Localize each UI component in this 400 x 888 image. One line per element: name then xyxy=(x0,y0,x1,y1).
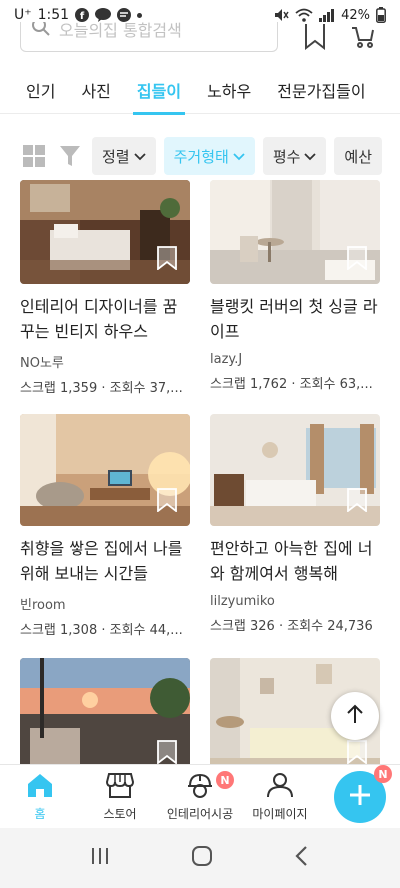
bookmark-icon[interactable] xyxy=(346,488,368,516)
budget-label: 예산 xyxy=(344,147,373,166)
recent-apps-icon[interactable] xyxy=(90,846,110,870)
nav-my-page[interactable]: 마이페이지 xyxy=(240,765,320,828)
nav-home[interactable]: 홈 xyxy=(0,765,80,828)
talk-notification-icon xyxy=(95,8,112,22)
wifi-icon xyxy=(295,8,313,22)
new-badge: N xyxy=(216,771,234,789)
nav-interior-construction[interactable]: 인테리어시공 N xyxy=(160,765,240,828)
card-stats: 스크랩 1,308 · 조회수 44,... xyxy=(20,623,183,638)
card-photo[interactable] xyxy=(210,180,380,284)
system-navigation-bar xyxy=(0,828,400,888)
message-notification-icon xyxy=(117,8,132,22)
card-title[interactable]: 블랭킷 러버의 첫 싱글 라이프 xyxy=(210,294,380,344)
cart-icon[interactable] xyxy=(346,22,380,52)
card-stats: 스크랩 326 · 조회수 24,736 xyxy=(210,619,373,634)
nav-store[interactable]: 스토어 xyxy=(80,765,160,828)
more-notifications-dot xyxy=(137,12,143,18)
chevron-down-icon xyxy=(233,147,245,165)
carrier-label: U⁺ xyxy=(14,7,32,23)
card-photo[interactable] xyxy=(210,414,380,526)
card-title[interactable]: 취향을 쌓은 집에서 나를 위해 보내는 시간들 xyxy=(20,536,190,586)
housing-type-label: 주거형태 xyxy=(173,147,229,166)
time-label: 1:51 xyxy=(37,7,70,23)
nav-my-page-label: 마이페이지 xyxy=(252,806,308,821)
card-title[interactable]: 인테리어 디자이너를 꿈꾸는 빈티지 하우스 xyxy=(20,294,190,344)
budget-dropdown[interactable]: 예산 xyxy=(334,137,383,175)
store-icon xyxy=(105,772,135,801)
person-icon xyxy=(266,772,294,801)
create-post-button[interactable]: N xyxy=(334,765,392,823)
facebook-notification-icon: f xyxy=(75,8,90,22)
home-icon xyxy=(26,772,54,801)
chevron-down-icon xyxy=(304,147,317,165)
bookmark-header-icon[interactable] xyxy=(298,22,332,52)
tab-popular[interactable]: 인기 xyxy=(26,66,55,114)
tab-house-tours[interactable]: 집들이 xyxy=(132,66,186,115)
bookmark-icon[interactable] xyxy=(156,740,178,764)
construction-icon xyxy=(186,772,214,801)
house-tour-card[interactable]: 블랭킷 러버의 첫 싱글 라이프 lazy.J 스크랩 1,762 · 조회수 … xyxy=(210,180,380,392)
header-bar: 오늘의집 통합검색 xyxy=(0,22,400,52)
bookmark-icon[interactable] xyxy=(346,740,368,764)
bookmark-icon[interactable] xyxy=(156,488,178,516)
housing-type-dropdown[interactable]: 주거형태 xyxy=(163,137,255,175)
signal-icon xyxy=(319,8,335,22)
tab-knowhow[interactable]: 노하우 xyxy=(207,66,251,114)
grid-view-icon[interactable] xyxy=(20,137,48,175)
card-author[interactable]: NO노루 xyxy=(20,352,190,371)
card-stats: 스크랩 1,359 · 조회수 37,... xyxy=(20,381,183,396)
search-placeholder: 오늘의집 통합검색 xyxy=(59,22,182,40)
back-icon[interactable] xyxy=(294,845,310,871)
mute-icon xyxy=(273,8,289,22)
tab-photos[interactable]: 사진 xyxy=(81,66,110,114)
card-title[interactable]: 편안하고 아늑한 집에 너와 함께여서 행복해 xyxy=(210,536,380,586)
home-button-icon[interactable] xyxy=(191,845,213,871)
search-input[interactable]: 오늘의집 통합검색 xyxy=(20,22,278,52)
nav-store-label: 스토어 xyxy=(103,806,137,821)
filter-icon[interactable] xyxy=(56,137,84,175)
arrow-up-icon xyxy=(344,703,366,729)
house-tour-card[interactable] xyxy=(20,658,190,764)
card-photo[interactable] xyxy=(20,180,190,284)
plus-icon xyxy=(348,783,372,811)
bottom-navigation: 홈 스토어 인테리어시공 N 마이페이지 N xyxy=(0,764,400,828)
card-author[interactable]: lilzyumiko xyxy=(210,594,380,609)
area-size-dropdown[interactable]: 평수 xyxy=(262,137,327,175)
card-photo[interactable] xyxy=(20,414,190,526)
nav-interior-label: 인테리어시공 xyxy=(166,806,234,821)
battery-icon xyxy=(376,7,386,23)
card-stats: 스크랩 1,762 · 조회수 63,... xyxy=(210,377,373,392)
house-tour-card[interactable]: 취향을 쌓은 집에서 나를 위해 보내는 시간들 빈room 스크랩 1,308… xyxy=(20,414,190,638)
new-badge: N xyxy=(374,765,392,783)
card-author[interactable]: lazy.J xyxy=(210,352,380,367)
chevron-down-icon xyxy=(133,147,146,165)
card-photo[interactable] xyxy=(20,658,190,764)
house-tour-card[interactable]: 인테리어 디자이너를 꿈꾸는 빈티지 하우스 NO노루 스크랩 1,359 · … xyxy=(20,180,190,396)
sort-label: 정렬 xyxy=(102,147,130,166)
house-tour-feed[interactable]: 인테리어 디자이너를 꿈꾸는 빈티지 하우스 NO노루 스크랩 1,359 · … xyxy=(0,178,400,764)
battery-percent: 42% xyxy=(341,7,370,23)
sort-dropdown[interactable]: 정렬 xyxy=(92,137,156,175)
bookmark-icon[interactable] xyxy=(156,246,178,274)
card-author[interactable]: 빈room xyxy=(20,594,190,613)
category-tabs: 인기 사진 집들이 노하우 전문가집들이 xyxy=(0,66,400,115)
search-icon xyxy=(31,22,51,41)
svg-text:f: f xyxy=(80,11,85,22)
filter-bar: 정렬 주거형태 평수 예산 xyxy=(0,134,400,178)
area-size-label: 평수 xyxy=(272,147,301,166)
house-tour-card[interactable]: 편안하고 아늑한 집에 너와 함께여서 행복해 lilzyumiko 스크랩 3… xyxy=(210,414,380,634)
scroll-to-top-button[interactable] xyxy=(331,692,379,740)
tab-expert-house-tours[interactable]: 전문가집들이 xyxy=(277,66,365,114)
nav-home-label: 홈 xyxy=(34,806,46,821)
bookmark-icon[interactable] xyxy=(346,246,368,274)
